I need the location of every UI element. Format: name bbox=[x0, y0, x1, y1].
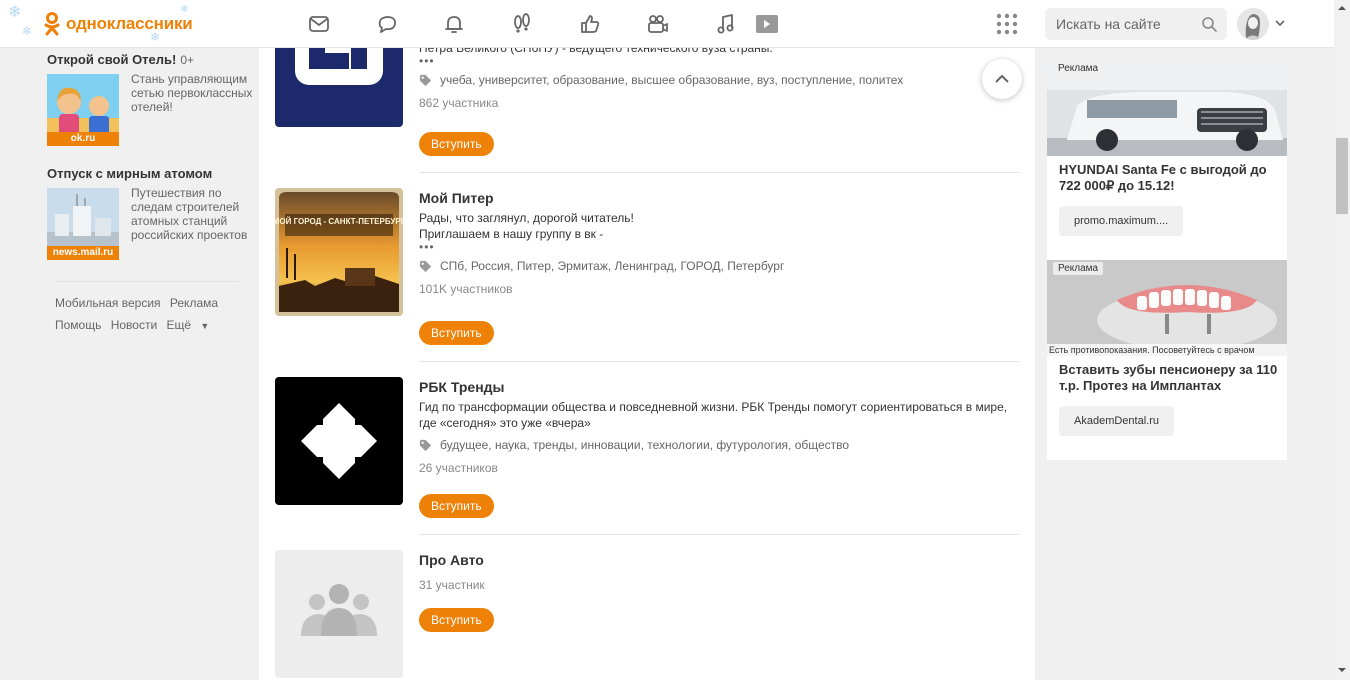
member-count[interactable]: 26 участников bbox=[419, 461, 1019, 477]
group-tags: учеба, университет, образование, высшее … bbox=[419, 70, 1019, 90]
member-count[interactable]: 31 участник bbox=[419, 578, 1019, 594]
user-avatar-icon bbox=[1237, 8, 1269, 40]
promo-description[interactable]: Путешествия по следам строителей атомных… bbox=[131, 186, 255, 242]
image-caption: МОЙ ГОРОД - САНКТ-ПЕТЕРБУРГ bbox=[275, 217, 403, 226]
tags-text[interactable]: будущее, наука, тренды, инновации, техно… bbox=[440, 438, 849, 452]
tag-icon bbox=[419, 260, 432, 272]
footer-link-help[interactable]: Помощь bbox=[55, 318, 101, 332]
group-title[interactable]: РБК Тренды bbox=[419, 377, 1019, 397]
ad-label: Реклама bbox=[1053, 62, 1104, 75]
video-icon[interactable] bbox=[644, 10, 672, 38]
tags-text[interactable]: СПб, Россия, Питер, Эрмитаж, Ленинград, … bbox=[440, 259, 784, 273]
spb-sunset-image: МОЙ ГОРОД - САНКТ-ПЕТЕРБУРГ bbox=[275, 188, 403, 316]
notifications-icon[interactable] bbox=[440, 10, 468, 38]
search-icon[interactable] bbox=[1201, 16, 1217, 32]
snowflake-icon: ❄ bbox=[22, 24, 33, 38]
search-box bbox=[1045, 8, 1227, 40]
divider bbox=[419, 172, 1019, 173]
logo[interactable]: ❄ ❄ ❄ ❄ одноклассники bbox=[0, 0, 215, 48]
more-label: Ещё bbox=[166, 318, 192, 332]
ad-card[interactable]: Реклама HYUNDAI Santa Fe с выгодой до 72… bbox=[1047, 60, 1287, 250]
more-dots[interactable]: ••• bbox=[419, 55, 1019, 67]
group-description: Гид по трансформации общества и повседне… bbox=[419, 400, 1008, 430]
promo-hotel[interactable]: Открой свой Отель! 0+ ok.ru Стань управля… bbox=[47, 52, 257, 152]
promo-title: Отпуск с мирным атомом bbox=[47, 166, 213, 181]
scrollbar-thumb[interactable] bbox=[1336, 138, 1348, 214]
group-description: Рады, что заглянул, дорогой читатель! Пр… bbox=[419, 211, 634, 241]
footer-link-mobile[interactable]: Мобильная версия bbox=[55, 296, 161, 310]
search-input[interactable] bbox=[1045, 8, 1185, 40]
member-count[interactable]: 862 участника bbox=[419, 96, 1019, 112]
join-button[interactable]: Вступить bbox=[419, 132, 494, 156]
group-tags: будущее, наука, тренды, инновации, техно… bbox=[419, 435, 1019, 455]
left-sidebar: Открой свой Отель! 0+ ok.ru Стань управля… bbox=[0, 48, 259, 680]
tag-icon bbox=[419, 74, 432, 86]
divider bbox=[419, 534, 1019, 535]
avatar[interactable] bbox=[1237, 8, 1269, 40]
member-count[interactable]: 101K участников bbox=[419, 282, 1019, 298]
messages-icon[interactable] bbox=[305, 10, 333, 38]
join-button[interactable]: Вступить bbox=[419, 321, 494, 345]
ad-link-button[interactable]: AkademDental.ru bbox=[1059, 406, 1174, 436]
group-placeholder-icon bbox=[301, 584, 377, 636]
ad-card[interactable]: Реклама Есть противопоказания. Посоветуй… bbox=[1047, 260, 1287, 450]
divider bbox=[55, 281, 239, 282]
scroll-up-arrow-icon[interactable] bbox=[1338, 4, 1346, 12]
chevron-up-icon bbox=[995, 74, 1009, 83]
logo-text: одноклассники bbox=[66, 14, 193, 33]
scrollbar[interactable] bbox=[1334, 0, 1350, 680]
group-avatar[interactable] bbox=[275, 550, 403, 678]
groups-list: Петра Великого (СПбПУ) - ведущего технич… bbox=[259, 0, 1035, 680]
more-dots[interactable]: ••• bbox=[419, 241, 1019, 253]
chevron-down-icon[interactable] bbox=[1274, 17, 1286, 29]
ad-title[interactable]: HYUNDAI Santa Fe с выгодой до 722 000₽ д… bbox=[1059, 162, 1279, 194]
tag-icon bbox=[419, 439, 432, 451]
promo-image[interactable]: ok.ru bbox=[47, 74, 119, 146]
promo-description[interactable]: Стань управляющим сетью первоклассных от… bbox=[131, 72, 255, 114]
ad-label: Реклама bbox=[1053, 262, 1104, 275]
ad-image[interactable]: Реклама Есть противопоказания. Посоветуй… bbox=[1047, 260, 1287, 356]
discussions-icon[interactable] bbox=[373, 10, 401, 38]
promo-atom[interactable]: Отпуск с мирным атомом news.mail.ru Путе… bbox=[47, 166, 257, 266]
ads-panel: Реклама HYUNDAI Santa Fe с выгодой до 72… bbox=[1047, 60, 1287, 460]
guests-icon[interactable] bbox=[508, 10, 536, 38]
footer-links: Мобильная версия Реклама Помощь Новости … bbox=[55, 292, 245, 337]
group-title[interactable]: Про Авто bbox=[419, 550, 1019, 570]
top-bar: ❄ ❄ ❄ ❄ одноклассники bbox=[0, 0, 1334, 48]
footer-link-news[interactable]: Новости bbox=[111, 318, 157, 332]
caret-down-icon: ▼ bbox=[200, 321, 210, 331]
group-title[interactable]: Мой Питер bbox=[419, 188, 1019, 208]
age-rating: 0+ bbox=[180, 53, 195, 67]
apps-grid-icon[interactable] bbox=[996, 13, 1018, 35]
footer-link-more[interactable]: Ещё ▼ bbox=[167, 318, 216, 332]
group-avatar[interactable]: МОЙ ГОРОД - САНКТ-ПЕТЕРБУРГ bbox=[275, 188, 403, 316]
ad-link-button[interactable]: promo.maximum.... bbox=[1059, 206, 1184, 236]
promo-image[interactable]: news.mail.ru bbox=[47, 188, 119, 260]
group-card: Про Авто 31 участник Вступить bbox=[275, 550, 1019, 680]
ad-image[interactable]: Реклама bbox=[1047, 60, 1287, 156]
ok-logo-icon bbox=[44, 12, 60, 36]
group-card: РБК Тренды Гид по трансформации общества… bbox=[275, 377, 1019, 535]
music-icon[interactable] bbox=[712, 10, 740, 38]
marks-icon[interactable] bbox=[576, 10, 604, 38]
tags-text[interactable]: учеба, университет, образование, высшее … bbox=[440, 73, 903, 87]
divider bbox=[419, 361, 1019, 362]
scroll-to-top-button[interactable] bbox=[982, 59, 1022, 99]
promo-source: news.mail.ru bbox=[47, 246, 119, 260]
footer-link-ads[interactable]: Реклама bbox=[170, 296, 218, 310]
promo-title: Открой свой Отель! bbox=[47, 52, 177, 67]
join-button[interactable]: Вступить bbox=[419, 494, 494, 518]
promo-source: ok.ru bbox=[47, 132, 119, 146]
rbc-trends-logo bbox=[275, 377, 403, 505]
video-play-icon[interactable] bbox=[752, 10, 780, 38]
group-tags: СПб, Россия, Питер, Эрмитаж, Ленинград, … bbox=[419, 256, 1019, 276]
group-avatar[interactable] bbox=[275, 377, 403, 505]
ad-disclaimer: Есть противопоказания. Посоветуйтесь с в… bbox=[1047, 344, 1287, 356]
snowflake-icon: ❄ bbox=[8, 4, 22, 21]
group-card: МОЙ ГОРОД - САНКТ-ПЕТЕРБУРГ Мой Питер Ра… bbox=[275, 188, 1019, 362]
join-button[interactable]: Вступить bbox=[419, 608, 494, 632]
ad-title[interactable]: Вставить зубы пенсионеру за 110 т.р. Про… bbox=[1059, 362, 1279, 394]
scroll-down-arrow-icon[interactable] bbox=[1338, 666, 1346, 674]
